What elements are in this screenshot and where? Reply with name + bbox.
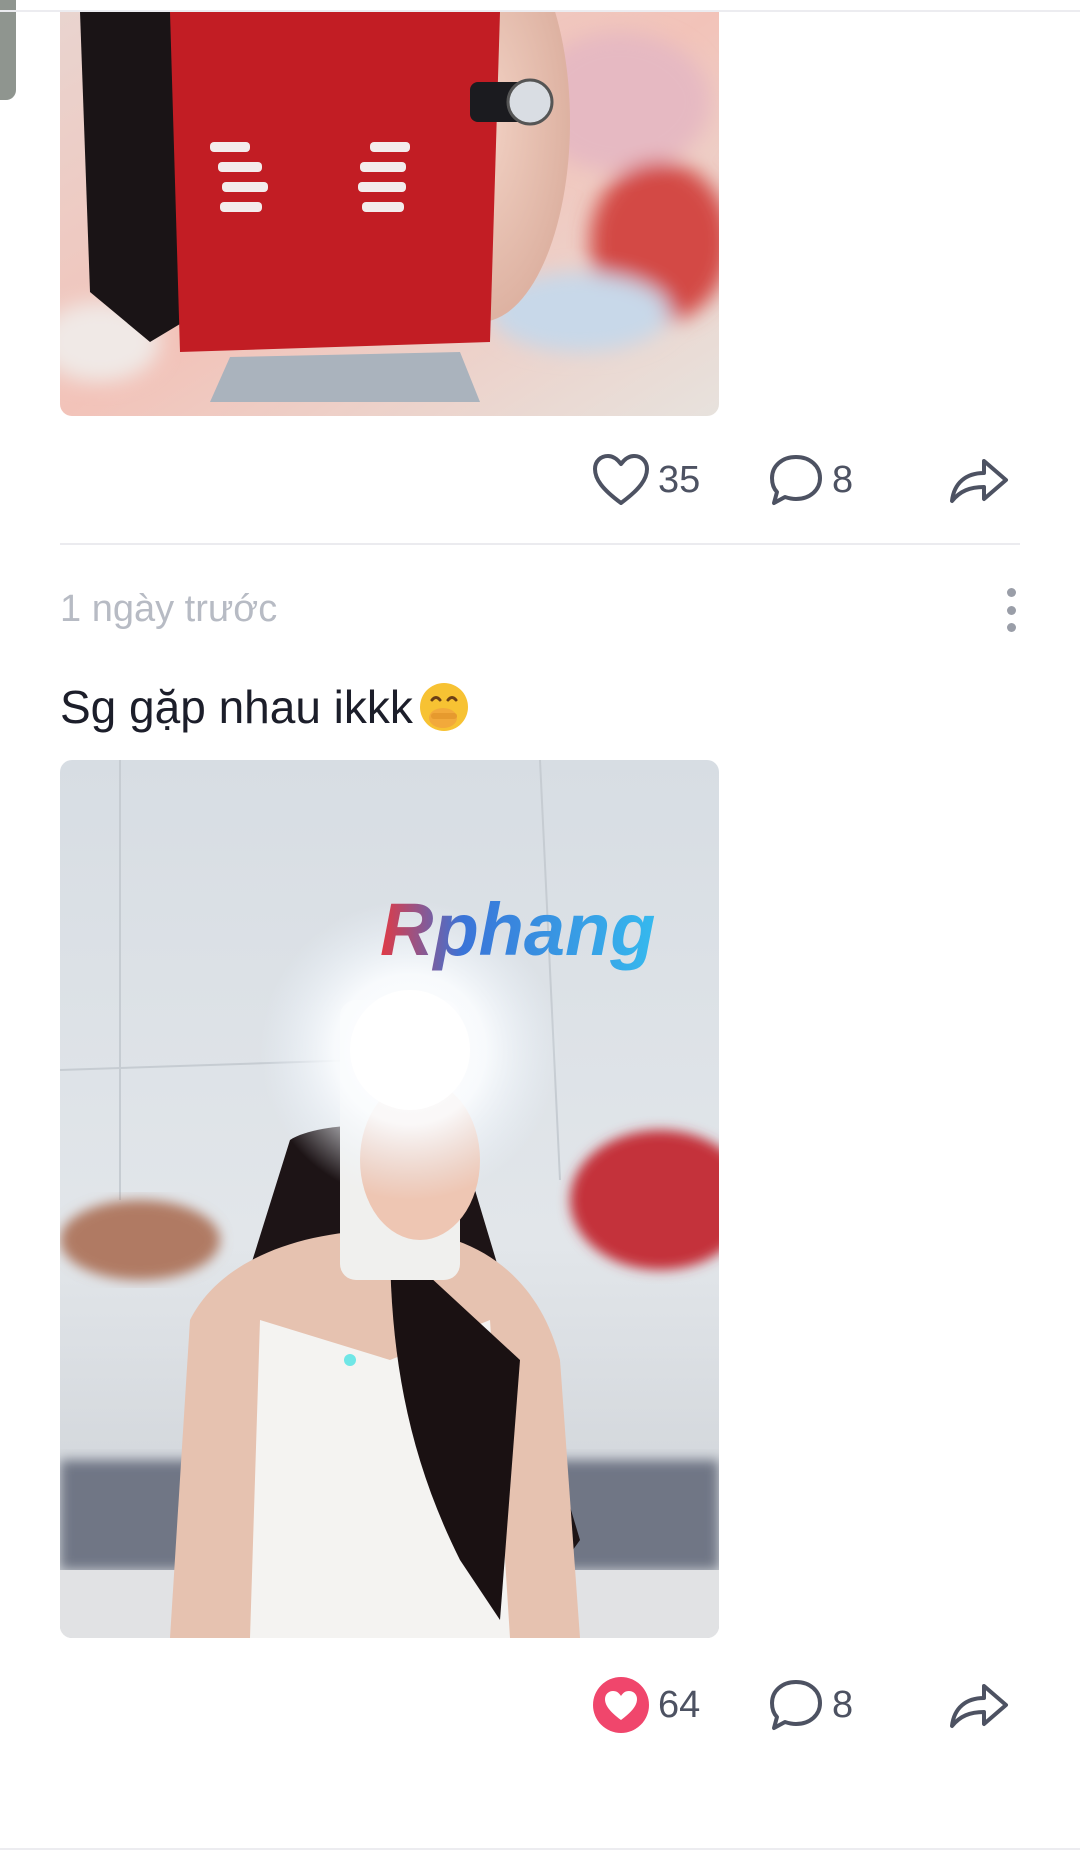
post-2-comment-button[interactable]: 8 — [768, 1670, 853, 1740]
post-2-photo-art: Rphang — [60, 760, 719, 1638]
post-1-share-button[interactable] — [948, 445, 1010, 515]
heart-filled-icon — [592, 1676, 650, 1734]
post-2-caption-text: Sg gặp nhau ikkk — [60, 681, 413, 733]
comment-bubble-icon — [768, 453, 824, 507]
post-2-timestamp: 1 ngày trước — [60, 588, 278, 630]
comment-bubble-icon — [768, 1678, 824, 1732]
post-2-watermark: Rphang — [380, 888, 655, 971]
share-arrow-icon — [948, 453, 1010, 507]
post-1-like-button[interactable]: 35 — [592, 445, 700, 515]
post-divider — [60, 543, 1020, 545]
feed-page: 35 8 1 ngày trước Sg gặp nhau ikkk Rphan… — [0, 0, 1080, 1864]
post-1-comment-count: 8 — [832, 458, 854, 501]
post-1-action-bar: 35 8 — [0, 445, 1080, 515]
post-2-caption: Sg gặp nhau ikkk — [60, 680, 471, 734]
post-2-share-button[interactable] — [948, 1670, 1010, 1740]
post-1-comment-button[interactable]: 8 — [768, 445, 853, 515]
heart-icon — [592, 453, 650, 507]
post-2-like-count: 64 — [658, 1683, 701, 1726]
post-2-more-button[interactable] — [996, 588, 1026, 632]
post-2-photo[interactable]: Rphang — [60, 760, 719, 1638]
post-1-photo[interactable] — [60, 12, 719, 416]
hand-over-mouth-emoji-icon — [417, 680, 471, 734]
more-vertical-icon — [1006, 588, 1016, 597]
edge-handle[interactable] — [0, 0, 16, 100]
post-2-comment-count: 8 — [832, 1683, 854, 1726]
bottom-divider — [0, 1848, 1080, 1850]
post-2-like-button[interactable]: 64 — [592, 1670, 700, 1740]
share-arrow-icon — [948, 1678, 1010, 1732]
post-1-photo-art — [60, 12, 719, 416]
post-2-action-bar: 64 8 — [0, 1670, 1080, 1740]
post-1-like-count: 35 — [658, 458, 701, 501]
